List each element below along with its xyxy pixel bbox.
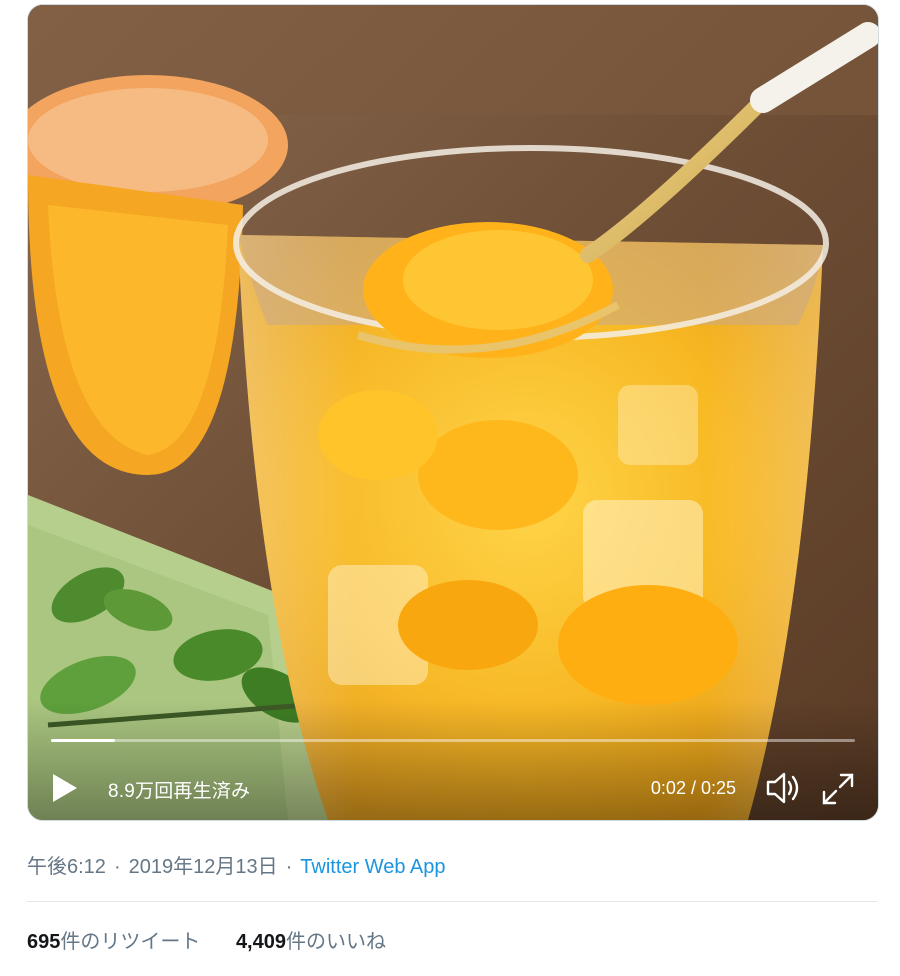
video-still-image: [28, 5, 878, 820]
tweet-source-link[interactable]: Twitter Web App: [300, 856, 445, 878]
fullscreen-button[interactable]: [819, 770, 857, 808]
tweet-detail: 8.9万回再生済み 0:02 / 0:25 午後6:12 · 2019年12月13日…: [0, 0, 900, 976]
video-frame[interactable]: [28, 5, 878, 820]
retweets-stat[interactable]: 695件のリツイート: [27, 925, 200, 954]
separator: ·: [113, 856, 121, 878]
likes-stat[interactable]: 4,409件のいいね: [236, 925, 386, 954]
play-button[interactable]: [48, 771, 80, 805]
video-player[interactable]: 8.9万回再生済み 0:02 / 0:25: [27, 4, 879, 821]
tweet-stats: 695件のリツイート 4,409件のいいね: [27, 925, 416, 954]
likes-label: 件のいいね: [286, 931, 386, 953]
retweets-label: 件のリツイート: [60, 931, 201, 953]
separator: ·: [285, 856, 293, 878]
tweet-metadata: 午後6:12 · 2019年12月13日 · Twitter Web App: [27, 850, 446, 879]
volume-button[interactable]: [764, 769, 804, 807]
play-icon: [53, 774, 77, 802]
volume-icon: [766, 772, 799, 804]
retweets-count: 695: [27, 931, 61, 953]
video-progress-fill: [51, 739, 116, 742]
likes-count: 4,409: [235, 931, 286, 953]
tweet-date[interactable]: 2019年12月13日: [129, 856, 278, 878]
video-progress-bar[interactable]: [51, 739, 855, 742]
view-count: 8.9万回再生済み: [108, 781, 251, 802]
tweet-time[interactable]: 午後6:12: [27, 856, 106, 878]
video-time: 0:02 / 0:25: [650, 778, 736, 798]
divider: [27, 901, 877, 902]
fullscreen-icon: [822, 773, 854, 805]
